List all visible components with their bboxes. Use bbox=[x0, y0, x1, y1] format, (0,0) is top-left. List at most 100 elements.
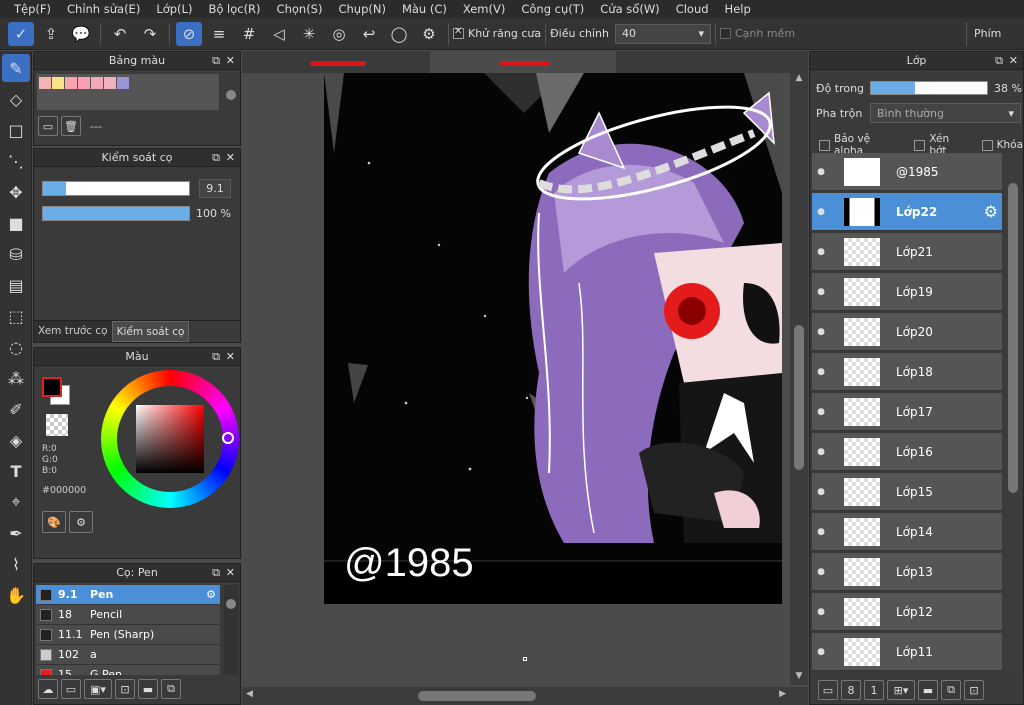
no-snap-icon[interactable]: ⊘ bbox=[176, 21, 202, 46]
layer-scrollbar[interactable] bbox=[1004, 153, 1022, 673]
protect-alpha-checkbox[interactable] bbox=[819, 139, 830, 151]
brush-menu-icon[interactable]: ▣▾ bbox=[84, 679, 112, 699]
close-icon[interactable]: ✕ bbox=[226, 149, 235, 167]
color-swatch[interactable] bbox=[39, 77, 51, 89]
new-1bit-layer-icon[interactable]: 1 bbox=[864, 680, 884, 700]
magic-wand-icon[interactable]: ⁂ bbox=[2, 364, 30, 392]
add-layer-menu-icon[interactable]: ⊞▾ bbox=[887, 680, 915, 700]
layer-row[interactable]: ● Lớp13 bbox=[812, 553, 1002, 591]
lock-checkbox[interactable] bbox=[981, 139, 993, 151]
palette-scroll[interactable] bbox=[224, 74, 238, 110]
layer-row[interactable]: ● Lớp17 bbox=[812, 393, 1002, 431]
size-value-box[interactable]: 9.1 bbox=[199, 179, 231, 198]
blur-tool-icon[interactable]: ✒ bbox=[2, 519, 30, 547]
color-swatch[interactable] bbox=[52, 77, 64, 89]
visibility-icon[interactable]: ● bbox=[812, 607, 830, 617]
circle-snap-icon[interactable]: ◎ bbox=[326, 22, 352, 46]
brush-item[interactable]: 15 G Pen bbox=[36, 665, 220, 675]
menu-item[interactable]: Lớp(L) bbox=[148, 2, 200, 16]
layer-row[interactable]: ● Lớp18 bbox=[812, 353, 1002, 391]
menu-item[interactable]: Công cụ(T) bbox=[513, 2, 592, 16]
duplicate-icon[interactable]: ⧉ bbox=[161, 679, 181, 699]
popout-icon[interactable]: ⧉ bbox=[212, 52, 220, 70]
tab-brush-preview[interactable]: Xem trước cọ bbox=[34, 321, 112, 342]
layer-row[interactable]: ● Lớp15 bbox=[812, 473, 1002, 511]
color-swatch[interactable] bbox=[91, 77, 103, 89]
text-tool-icon[interactable]: T bbox=[2, 457, 30, 485]
clipping-checkbox[interactable] bbox=[914, 139, 926, 151]
brush-tool-icon[interactable]: ✎ bbox=[2, 54, 30, 82]
gradient-tool-icon[interactable]: ▤ bbox=[2, 271, 30, 299]
foreground-color-swatch[interactable] bbox=[42, 377, 62, 397]
visibility-icon[interactable]: ● bbox=[812, 287, 830, 297]
select-tool-icon[interactable]: ⬚ bbox=[2, 302, 30, 330]
layer-settings-icon[interactable]: ⚙ bbox=[984, 202, 998, 221]
export-icon[interactable]: ⇪ bbox=[38, 22, 64, 46]
menu-item[interactable]: Help bbox=[717, 2, 759, 16]
tab-document-1[interactable] bbox=[242, 51, 430, 73]
eyedropper-icon[interactable]: ⌇ bbox=[2, 550, 30, 578]
close-icon[interactable]: ✕ bbox=[226, 564, 235, 582]
snap-settings-icon[interactable]: ⚙ bbox=[416, 22, 442, 46]
brush-folder-icon[interactable]: ▬ bbox=[138, 679, 158, 699]
undo-icon[interactable]: ↶ bbox=[107, 22, 133, 46]
artwork-canvas[interactable]: @1985 bbox=[324, 73, 782, 604]
close-icon[interactable]: ✕ bbox=[1009, 52, 1018, 70]
visibility-icon[interactable]: ● bbox=[812, 327, 830, 337]
tab-document-2[interactable] bbox=[430, 51, 616, 73]
visibility-icon[interactable]: ● bbox=[812, 567, 830, 577]
layer-row[interactable]: ● Lớp14 bbox=[812, 513, 1002, 551]
brush-item[interactable]: 11.1 Pen (Sharp) bbox=[36, 625, 220, 645]
menu-item[interactable]: Cửa sổ(W) bbox=[592, 2, 667, 16]
move-tool-icon[interactable]: ✥ bbox=[2, 178, 30, 206]
comment-icon[interactable]: 💬 bbox=[68, 22, 94, 46]
brush-item[interactable]: 102 a bbox=[36, 645, 220, 665]
lasso-tool-icon[interactable]: ◌ bbox=[2, 333, 30, 361]
gear-icon[interactable]: ⚙ bbox=[206, 588, 216, 601]
layer-row[interactable]: ● Lớp20 bbox=[812, 313, 1002, 351]
color-wheel[interactable] bbox=[101, 370, 239, 508]
horizontal-scrollbar[interactable]: ◀ ▶ bbox=[242, 687, 808, 705]
color-swatch[interactable] bbox=[78, 77, 90, 89]
layer-row[interactable]: ● Lớp19 bbox=[812, 273, 1002, 311]
layer-opacity-slider[interactable] bbox=[870, 81, 988, 95]
parallel-snap-icon[interactable]: ≡ bbox=[206, 22, 232, 46]
menu-item[interactable]: Xem(V) bbox=[455, 2, 513, 16]
tab-brush-control[interactable]: Kiểm soát cọ bbox=[111, 321, 190, 342]
divide-tool-icon[interactable]: ⌖ bbox=[2, 488, 30, 516]
brush-item[interactable]: 18 Pencil bbox=[36, 605, 220, 625]
visibility-icon[interactable]: ● bbox=[812, 527, 830, 537]
merge-layer-icon[interactable]: ⊡ bbox=[964, 680, 984, 700]
menu-item[interactable]: Cloud bbox=[668, 2, 717, 16]
select-pen-icon[interactable]: ✐ bbox=[2, 395, 30, 423]
brush-item[interactable]: 9.1 Pen ⚙ bbox=[36, 585, 220, 605]
menu-item[interactable]: Tệp(F) bbox=[6, 2, 59, 16]
menu-item[interactable]: Chụp(N) bbox=[330, 2, 393, 16]
hue-marker[interactable] bbox=[222, 432, 234, 444]
size-slider[interactable] bbox=[42, 181, 190, 196]
curve-snap-icon[interactable]: ↩ bbox=[356, 22, 382, 46]
fill-rect-tool-icon[interactable]: ■ bbox=[2, 209, 30, 237]
layer-row[interactable]: ● Lớp22 ⚙ bbox=[812, 193, 1002, 231]
popout-icon[interactable]: ⧉ bbox=[212, 149, 220, 167]
visibility-icon[interactable]: ● bbox=[812, 407, 830, 417]
hand-tool-icon[interactable]: ✋ bbox=[2, 581, 30, 609]
visibility-icon[interactable]: ● bbox=[812, 447, 830, 457]
adjust-dropdown[interactable]: 40 ▾ bbox=[614, 23, 711, 44]
color-settings-icon[interactable]: ⚙ bbox=[69, 511, 93, 533]
menu-item[interactable]: Chỉnh sửa(E) bbox=[59, 2, 148, 16]
popout-icon[interactable]: ⧉ bbox=[995, 52, 1003, 70]
new-layer-icon[interactable]: ▭ bbox=[818, 680, 838, 700]
select-eraser-icon[interactable]: ◈ bbox=[2, 426, 30, 454]
visibility-icon[interactable]: ● bbox=[812, 647, 830, 657]
blend-tool-icon[interactable]: ✓ bbox=[8, 21, 34, 46]
dot-tool-icon[interactable]: ⋱ bbox=[2, 147, 30, 175]
sv-square[interactable] bbox=[136, 405, 204, 473]
layer-row[interactable]: ● @1985 bbox=[812, 153, 1002, 191]
color-swatch[interactable] bbox=[65, 77, 77, 89]
soft-edge-checkbox[interactable] bbox=[719, 28, 731, 39]
transparent-color-swatch[interactable] bbox=[46, 414, 68, 436]
close-icon[interactable]: ✕ bbox=[226, 348, 235, 366]
brush-properties-icon[interactable]: ⊡ bbox=[115, 679, 135, 699]
visibility-icon[interactable]: ● bbox=[812, 487, 830, 497]
